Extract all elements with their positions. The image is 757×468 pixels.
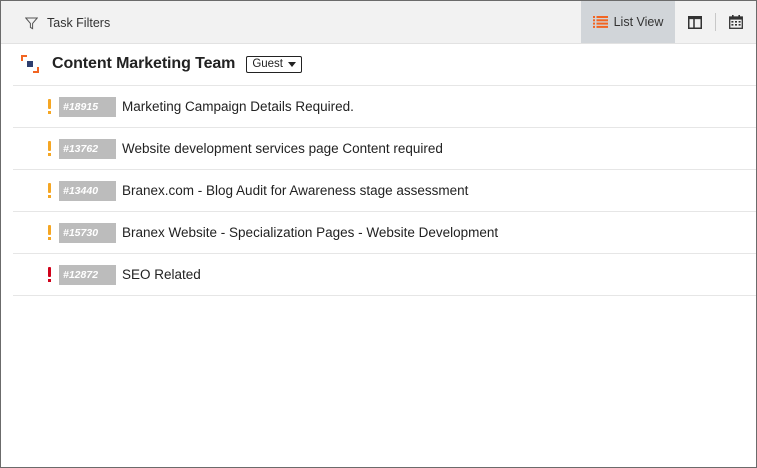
calendar-icon bbox=[729, 15, 743, 29]
task-filters-button[interactable]: Task Filters bbox=[25, 14, 110, 32]
high-priority-icon bbox=[13, 267, 52, 282]
task-id-badge: #12872 bbox=[59, 264, 116, 285]
team-header: Content Marketing Team Guest bbox=[20, 52, 302, 76]
task-title[interactable]: Website development services page Conten… bbox=[122, 141, 443, 156]
task-title[interactable]: Marketing Campaign Details Required. bbox=[122, 99, 354, 114]
task-title[interactable]: Branex.com - Blog Audit for Awareness st… bbox=[122, 183, 468, 198]
team-title: Content Marketing Team bbox=[52, 55, 236, 72]
filter-icon bbox=[25, 17, 38, 29]
medium-priority-icon bbox=[13, 99, 52, 114]
list-icon bbox=[592, 16, 608, 28]
team-logo-icon bbox=[21, 55, 39, 73]
task-id-badge: #13440 bbox=[59, 180, 116, 201]
list-divider bbox=[13, 295, 756, 296]
task-id-badge: #13762 bbox=[59, 138, 116, 159]
medium-priority-icon bbox=[13, 225, 52, 240]
view-switcher: List View bbox=[581, 1, 756, 43]
task-title[interactable]: Branex Website - Specialization Pages - … bbox=[122, 225, 498, 240]
task-filters-label: Task Filters bbox=[47, 16, 111, 30]
list-view-label: List View bbox=[613, 15, 664, 29]
task-list: #18915 Marketing Campaign Details Require… bbox=[13, 85, 756, 296]
medium-priority-icon bbox=[13, 183, 52, 198]
task-row[interactable]: #15730 Branex Website - Specialization Pa… bbox=[13, 211, 756, 253]
columns-icon bbox=[688, 15, 702, 29]
list-view-button[interactable]: List View bbox=[581, 1, 675, 43]
task-panel: Task Filters List View Content Marketing… bbox=[0, 0, 757, 468]
medium-priority-icon bbox=[13, 141, 52, 156]
task-id-badge: #18915 bbox=[59, 96, 116, 117]
calendar-view-button[interactable] bbox=[716, 1, 756, 43]
chevron-down-icon bbox=[288, 61, 296, 67]
role-dropdown[interactable]: Guest bbox=[246, 55, 302, 73]
task-title[interactable]: SEO Related bbox=[122, 267, 201, 282]
task-row[interactable]: #12872 SEO Related bbox=[13, 253, 756, 295]
task-id-badge: #15730 bbox=[59, 222, 116, 243]
task-row[interactable]: #13762 Website development services page … bbox=[13, 127, 756, 169]
task-row[interactable]: #13440 Branex.com - Blog Audit for Awaren… bbox=[13, 169, 756, 211]
toolbar: Task Filters List View bbox=[1, 1, 756, 44]
role-value: Guest bbox=[252, 58, 283, 70]
task-row[interactable]: #18915 Marketing Campaign Details Require… bbox=[13, 85, 756, 127]
board-view-button[interactable] bbox=[675, 1, 715, 43]
